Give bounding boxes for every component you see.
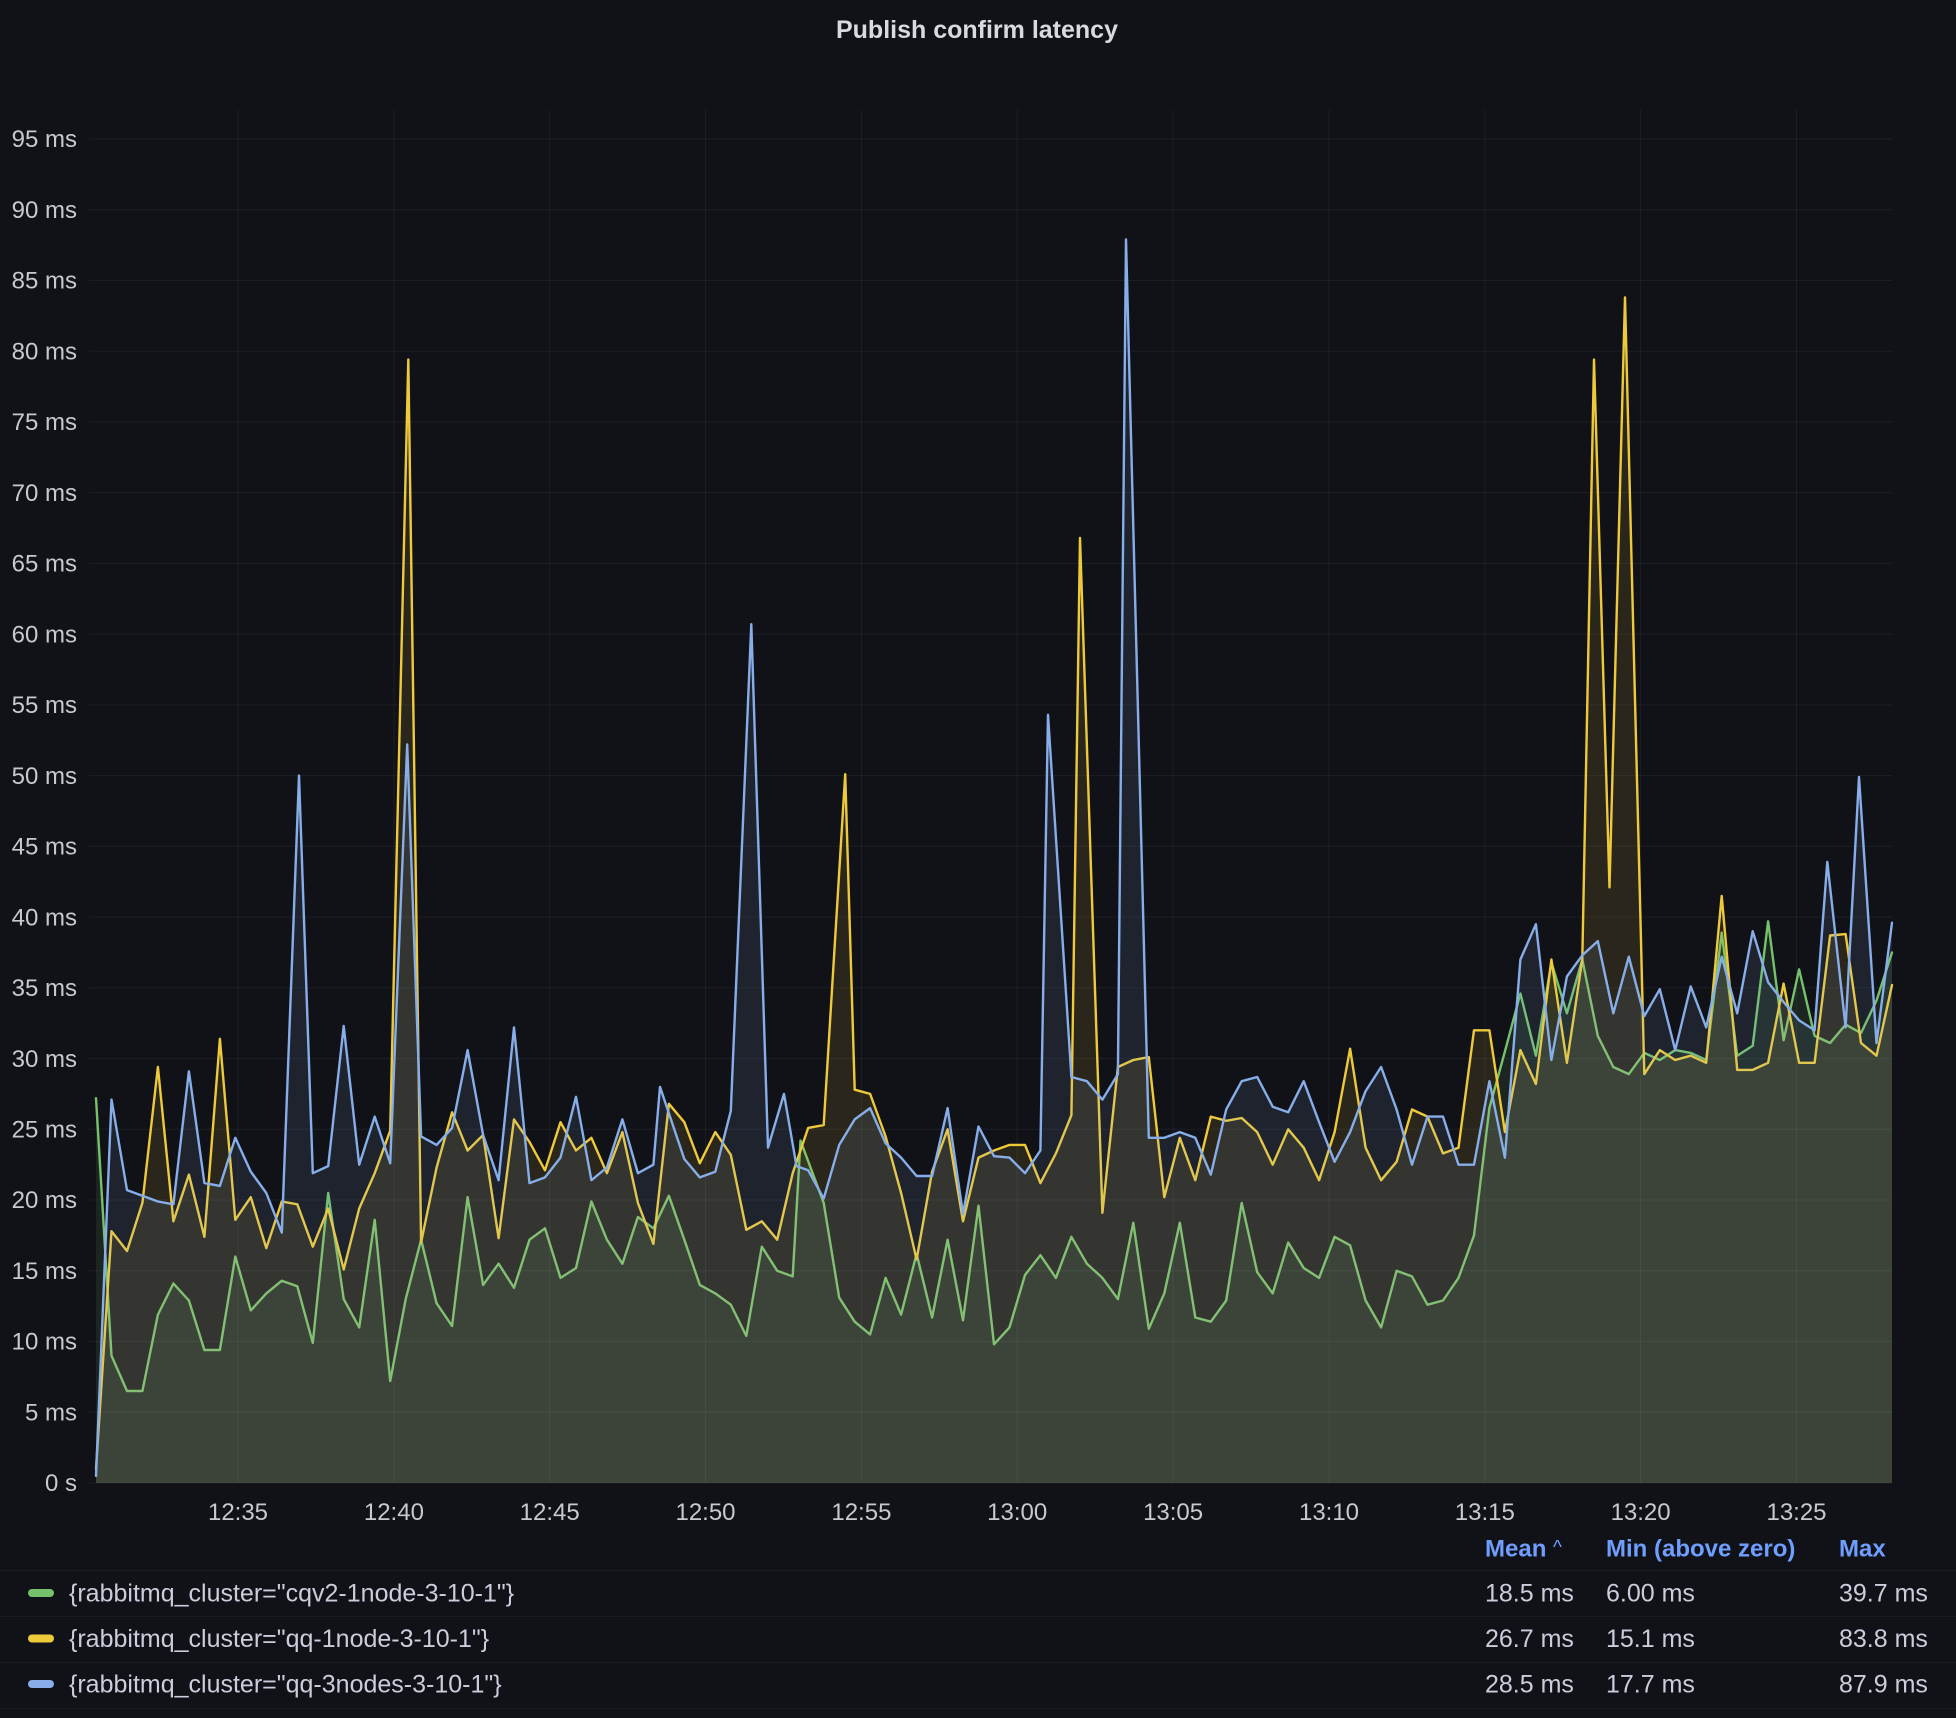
svg-text:Max: Max [1839, 1536, 1886, 1563]
svg-text:17.7 ms: 17.7 ms [1606, 1671, 1695, 1699]
svg-text:12:40: 12:40 [364, 1499, 424, 1526]
svg-text:15.1 ms: 15.1 ms [1606, 1625, 1695, 1653]
svg-text:13:25: 13:25 [1766, 1499, 1826, 1526]
svg-text:{rabbitmq_cluster="qq-3nodes-3: {rabbitmq_cluster="qq-3nodes-3-10-1"} [69, 1671, 502, 1699]
svg-text:30 ms: 30 ms [12, 1046, 77, 1073]
svg-text:26.7 ms: 26.7 ms [1485, 1625, 1574, 1653]
svg-text:39.7 ms: 39.7 ms [1839, 1580, 1928, 1608]
svg-text:Min (above zero): Min (above zero) [1606, 1536, 1795, 1563]
svg-text:70 ms: 70 ms [12, 480, 77, 507]
svg-text:40 ms: 40 ms [12, 904, 77, 931]
svg-text:Publish confirm latency: Publish confirm latency [836, 16, 1118, 44]
svg-text:{rabbitmq_cluster="cqv2-1node-: {rabbitmq_cluster="cqv2-1node-3-10-1"} [69, 1580, 514, 1608]
svg-text:87.9 ms: 87.9 ms [1839, 1671, 1928, 1699]
svg-text:13:20: 13:20 [1611, 1499, 1671, 1526]
svg-text:75 ms: 75 ms [12, 409, 77, 436]
svg-text:83.8 ms: 83.8 ms [1839, 1625, 1928, 1653]
svg-text:13:00: 13:00 [987, 1499, 1047, 1526]
svg-text:20 ms: 20 ms [12, 1187, 77, 1214]
svg-text:13:15: 13:15 [1455, 1499, 1515, 1526]
svg-text:65 ms: 65 ms [12, 551, 77, 578]
svg-text:25 ms: 25 ms [12, 1117, 77, 1144]
svg-text:28.5 ms: 28.5 ms [1485, 1671, 1574, 1699]
svg-text:10 ms: 10 ms [12, 1329, 77, 1356]
svg-text:Mean ^: Mean ^ [1485, 1536, 1562, 1563]
svg-text:45 ms: 45 ms [12, 834, 77, 861]
svg-text:13:05: 13:05 [1143, 1499, 1203, 1526]
svg-text:90 ms: 90 ms [12, 197, 77, 224]
svg-text:12:35: 12:35 [208, 1499, 268, 1526]
svg-text:12:55: 12:55 [831, 1499, 891, 1526]
svg-text:{rabbitmq_cluster="qq-1node-3-: {rabbitmq_cluster="qq-1node-3-10-1"} [69, 1625, 489, 1653]
svg-text:50 ms: 50 ms [12, 763, 77, 790]
svg-text:55 ms: 55 ms [12, 692, 77, 719]
svg-text:35 ms: 35 ms [12, 975, 77, 1002]
svg-text:80 ms: 80 ms [12, 338, 77, 365]
svg-text:12:45: 12:45 [520, 1499, 580, 1526]
svg-text:18.5 ms: 18.5 ms [1485, 1580, 1574, 1608]
svg-text:0 s: 0 s [45, 1470, 77, 1497]
svg-text:5 ms: 5 ms [25, 1400, 77, 1427]
svg-text:15 ms: 15 ms [12, 1258, 77, 1285]
svg-text:13:10: 13:10 [1299, 1499, 1359, 1526]
svg-text:60 ms: 60 ms [12, 621, 77, 648]
svg-text:12:50: 12:50 [675, 1499, 735, 1526]
svg-text:6.00 ms: 6.00 ms [1606, 1580, 1695, 1608]
svg-text:95 ms: 95 ms [12, 126, 77, 153]
svg-text:85 ms: 85 ms [12, 268, 77, 295]
